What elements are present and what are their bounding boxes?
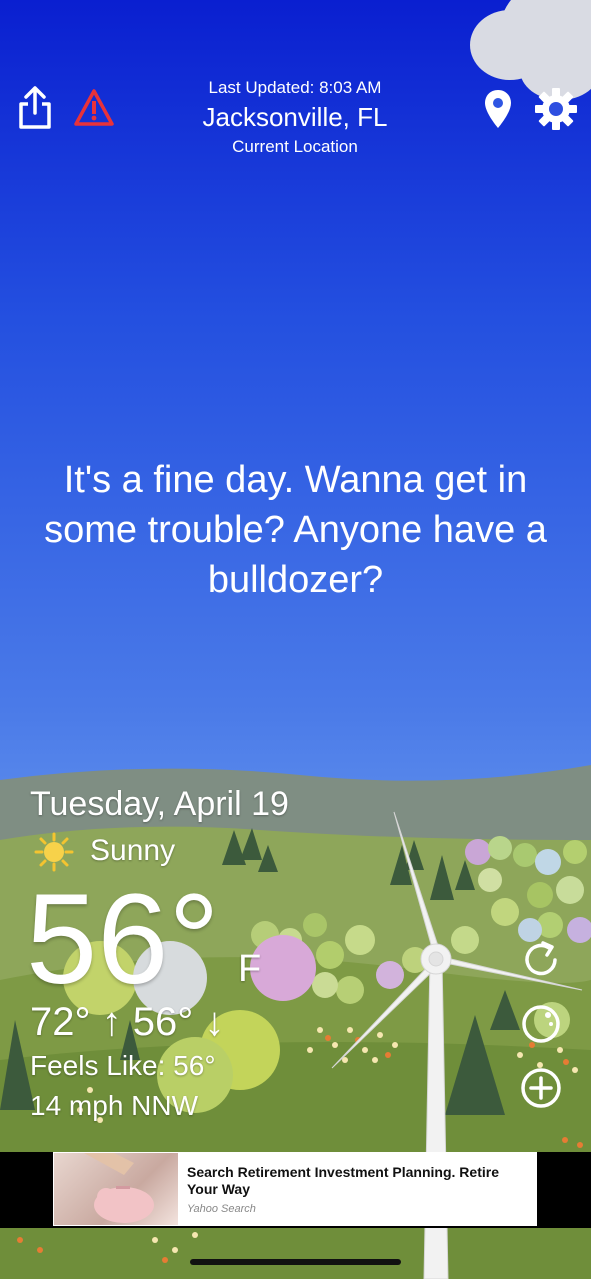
- landscape-scene: [0, 765, 591, 1279]
- ad-banner[interactable]: Search Retirement Investment Planning. R…: [53, 1152, 537, 1226]
- top-bar: Last Updated: 8:03 AM Jacksonville, FL C…: [0, 0, 591, 170]
- wind-label: 14 mph NNW: [30, 1090, 199, 1121]
- weather-quip: It's a fine day. Wanna get in some troub…: [44, 459, 547, 601]
- location-pin-icon[interactable]: [480, 86, 516, 132]
- ad-source: Yahoo Search: [187, 1203, 256, 1215]
- high-low-temperature: 72° ↑ 56° ↓: [30, 1000, 225, 1044]
- location-subtitle: Current Location: [232, 137, 358, 156]
- current-temperature: 56°: [26, 868, 220, 1011]
- last-updated-label: Last Updated: 8:03 AM: [208, 78, 382, 97]
- share-icon[interactable]: [14, 84, 56, 132]
- feels-like-label: Feels Like: 56°: [30, 1050, 216, 1081]
- condition-label: Sunny: [90, 834, 176, 867]
- radar-icon[interactable]: [519, 1002, 563, 1046]
- ad-title[interactable]: Search Retirement Investment Planning. R…: [187, 1164, 532, 1198]
- gear-icon[interactable]: [533, 86, 579, 132]
- refresh-icon[interactable]: [519, 938, 563, 982]
- alert-triangle-icon[interactable]: [72, 86, 116, 130]
- temperature-unit[interactable]: F: [238, 948, 261, 991]
- date-label: Tuesday, April 19: [30, 785, 289, 823]
- add-icon[interactable]: [519, 1066, 563, 1110]
- city-name[interactable]: Jacksonville, FL: [145, 102, 445, 133]
- ad-image: [54, 1153, 178, 1225]
- home-indicator[interactable]: [190, 1259, 401, 1265]
